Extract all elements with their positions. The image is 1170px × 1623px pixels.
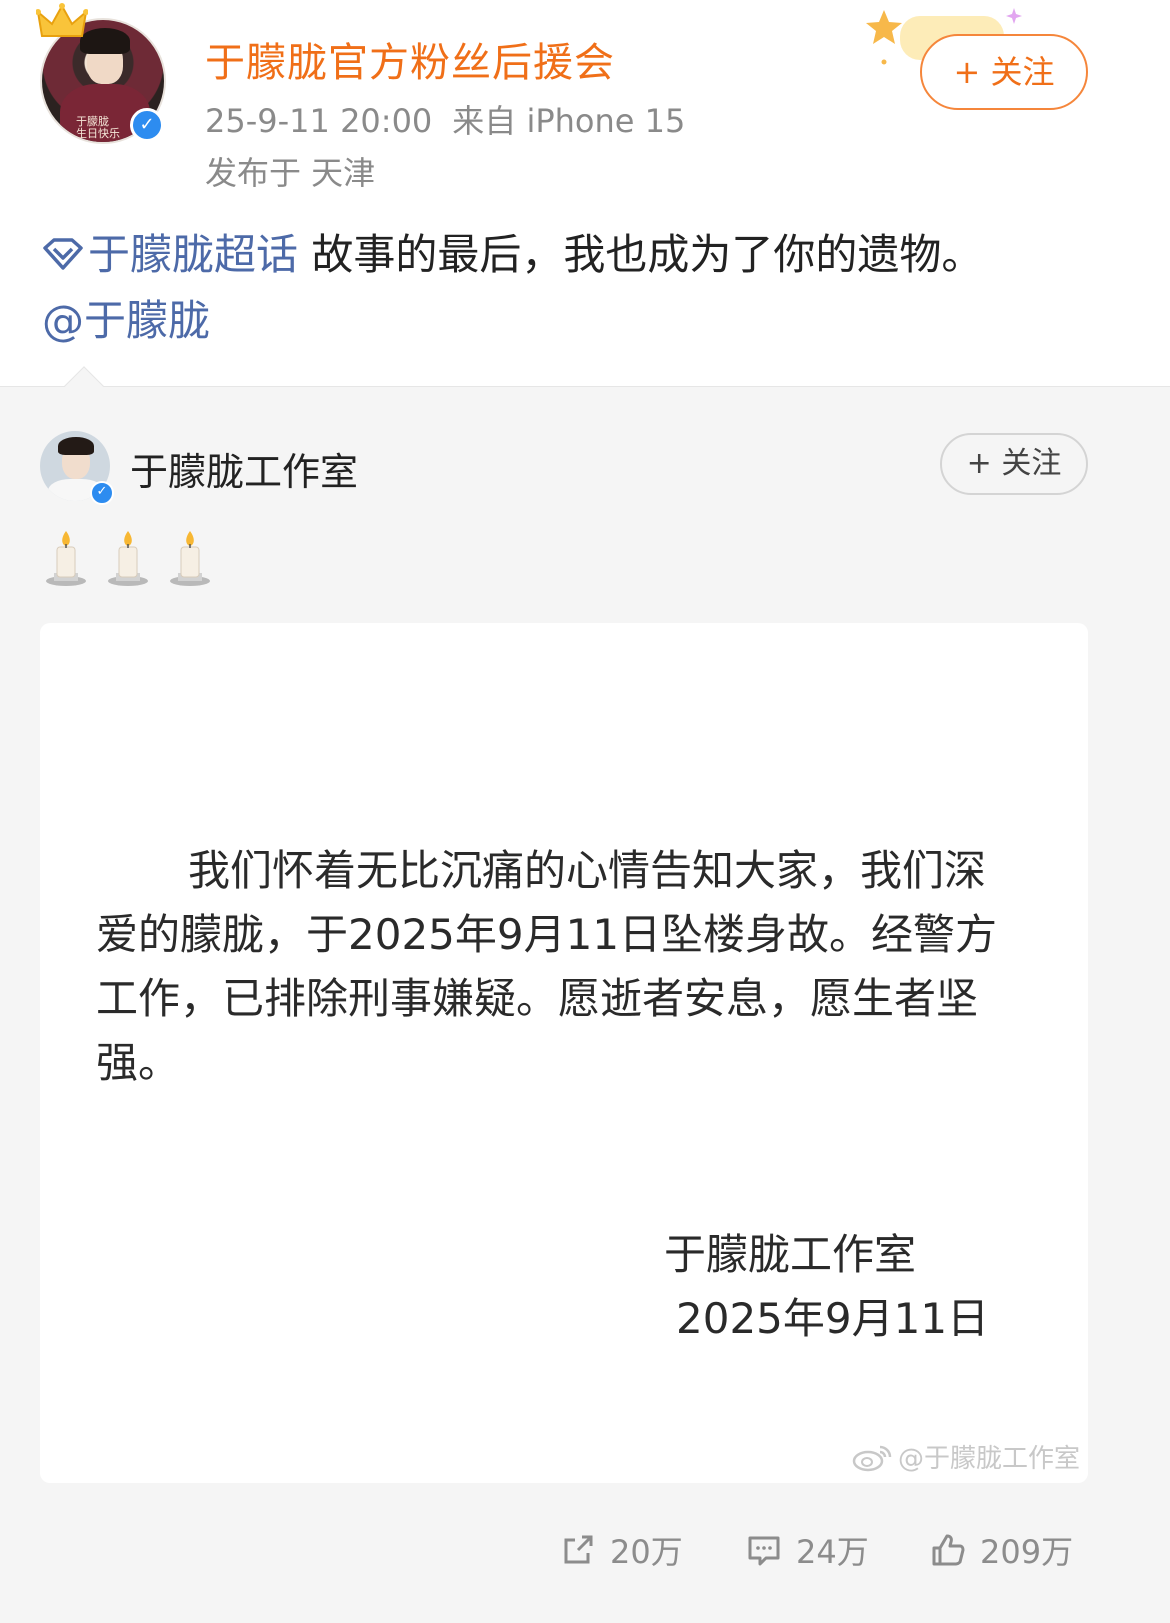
repost-author-avatar[interactable]: ✓ xyxy=(40,431,114,505)
candle-emoji-row xyxy=(42,527,214,591)
repost-card[interactable]: ✓ 于朦胧工作室 + 关注 我们怀着无比沉痛的心情告知大家，我们深爱的朦胧，于2… xyxy=(0,366,1170,1623)
post-content: 于朦胧超话 故事的最后，我也成为了你的遗物。 @于朦胧 xyxy=(42,222,1132,354)
repost-author-name[interactable]: 于朦胧工作室 xyxy=(130,441,358,496)
post-source: 来自 iPhone 15 xyxy=(452,102,686,140)
image-watermark: @于朦胧工作室 xyxy=(852,1438,1080,1475)
crown-icon xyxy=(36,3,88,37)
repost-follow-button[interactable]: + 关注 xyxy=(940,433,1088,495)
statement-body: 我们怀着无比沉痛的心情告知大家，我们深爱的朦胧，于2025年9月11日坠楼身故。… xyxy=(96,846,998,1087)
verified-icon: ✓ xyxy=(130,108,164,142)
avatar-caption-art: 于朦胧 生日快乐 xyxy=(76,115,120,140)
post-time: 25-9-11 20:00 xyxy=(205,102,433,140)
post-meta: 25-9-11 20:00 来自 iPhone 15 xyxy=(205,96,685,142)
like-icon xyxy=(932,1534,965,1566)
weibo-logo-icon xyxy=(852,1445,892,1471)
statement-date: 2025年9月11日 xyxy=(676,1294,990,1343)
follow-button[interactable]: + 关注 xyxy=(920,34,1088,110)
statement-signature: 于朦胧工作室 xyxy=(664,1230,917,1279)
watermark-text: @于朦胧工作室 xyxy=(897,1444,1080,1474)
share-icon xyxy=(564,1535,593,1564)
post-location: 发布于 天津 xyxy=(205,154,376,192)
share-count: 20万 xyxy=(610,1533,683,1571)
comment-button[interactable]: 24万 xyxy=(746,1527,869,1573)
mention-link[interactable]: @于朦胧 xyxy=(42,296,210,345)
comment-count: 24万 xyxy=(796,1533,869,1571)
candle-icon xyxy=(46,531,86,586)
topic-diamond-icon xyxy=(43,238,83,270)
candle-icon xyxy=(170,531,210,586)
like-count: 209万 xyxy=(980,1533,1074,1571)
statement-image[interactable]: 我们怀着无比沉痛的心情告知大家，我们深爱的朦胧，于2025年9月11日坠楼身故。… xyxy=(40,623,1088,1483)
verified-icon: ✓ xyxy=(90,481,114,505)
post-text-body: 故事的最后，我也成为了你的遗物。 xyxy=(298,230,984,279)
candle-icon xyxy=(108,531,148,586)
action-bar: 20万 24万 209万 xyxy=(0,1527,1170,1587)
post: 于朦胧 生日快乐 ✓ 于朦胧官方粉丝后援会 25-9-11 20:00 来自 iPh… xyxy=(0,0,1170,400)
like-button[interactable]: 209万 xyxy=(930,1527,1073,1573)
author-name[interactable]: 于朦胧官方粉丝后援会 xyxy=(205,30,615,88)
topic-link[interactable]: 于朦胧超话 xyxy=(42,230,298,279)
comment-icon xyxy=(748,1536,780,1566)
author-avatar[interactable]: 于朦胧 生日快乐 ✓ xyxy=(36,3,166,144)
topic-label: 于朦胧超话 xyxy=(88,230,299,279)
share-button[interactable]: 20万 xyxy=(560,1527,683,1573)
